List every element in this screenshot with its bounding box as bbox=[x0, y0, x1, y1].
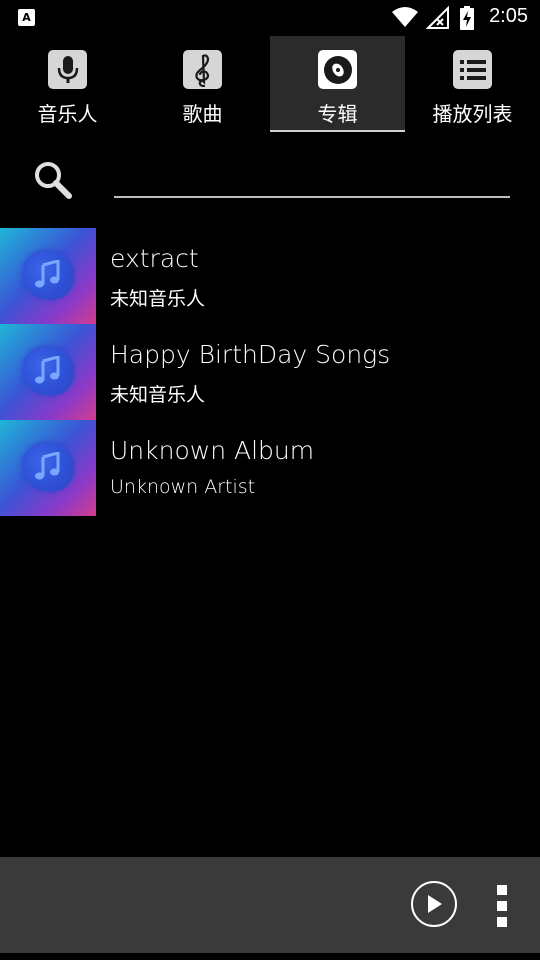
tab-label: 专辑 bbox=[317, 102, 358, 126]
wifi-icon bbox=[392, 7, 418, 27]
album-title: Unknown Album bbox=[110, 436, 315, 465]
tab-label: 歌曲 bbox=[182, 102, 223, 126]
microphone-icon bbox=[48, 50, 87, 89]
album-art bbox=[0, 420, 96, 516]
album-item[interactable]: extract 未知音乐人 bbox=[0, 228, 540, 324]
status-time: 2:05 bbox=[489, 5, 528, 27]
album-item[interactable]: Unknown Album Unknown Artist bbox=[0, 420, 540, 516]
tab-songs[interactable]: 歌曲 bbox=[135, 36, 270, 132]
notification-a-icon: A bbox=[18, 9, 35, 26]
no-signal-icon bbox=[426, 6, 449, 29]
tab-albums[interactable]: 专辑 bbox=[270, 36, 405, 132]
search-icon[interactable] bbox=[33, 160, 73, 200]
list-icon bbox=[453, 50, 492, 89]
album-title: extract bbox=[110, 244, 199, 273]
tab-artists[interactable]: 音乐人 bbox=[0, 36, 135, 132]
tab-playlists[interactable]: 播放列表 bbox=[405, 36, 540, 132]
album-item[interactable]: Happy BirthDay Songs 未知音乐人 bbox=[0, 324, 540, 420]
search-input[interactable] bbox=[114, 158, 510, 198]
battery-charging-icon bbox=[460, 6, 474, 30]
tab-label: 播放列表 bbox=[432, 102, 513, 126]
tab-bar: 音乐人 歌曲 专辑 播放列表 bbox=[0, 36, 540, 132]
album-art bbox=[0, 324, 96, 420]
album-artist: Unknown Artist bbox=[110, 476, 256, 498]
music-note-icon bbox=[35, 356, 60, 384]
more-vertical-icon[interactable] bbox=[492, 885, 512, 927]
music-note-icon bbox=[35, 260, 60, 288]
tab-label: 音乐人 bbox=[37, 102, 98, 126]
search-row bbox=[0, 150, 540, 210]
treble-clef-icon bbox=[183, 50, 222, 89]
album-title: Happy BirthDay Songs bbox=[110, 340, 391, 369]
player-bar bbox=[0, 857, 540, 953]
play-button[interactable] bbox=[411, 881, 457, 927]
album-art bbox=[0, 228, 96, 324]
play-icon bbox=[428, 895, 442, 913]
album-artist: 未知音乐人 bbox=[110, 384, 206, 406]
status-bar: A 2:05 bbox=[0, 0, 540, 36]
music-note-icon bbox=[35, 452, 60, 480]
album-list: extract 未知音乐人 Happy BirthDay Songs 未知音乐人 bbox=[0, 228, 540, 516]
album-artist: 未知音乐人 bbox=[110, 288, 206, 310]
disc-icon bbox=[318, 50, 357, 89]
